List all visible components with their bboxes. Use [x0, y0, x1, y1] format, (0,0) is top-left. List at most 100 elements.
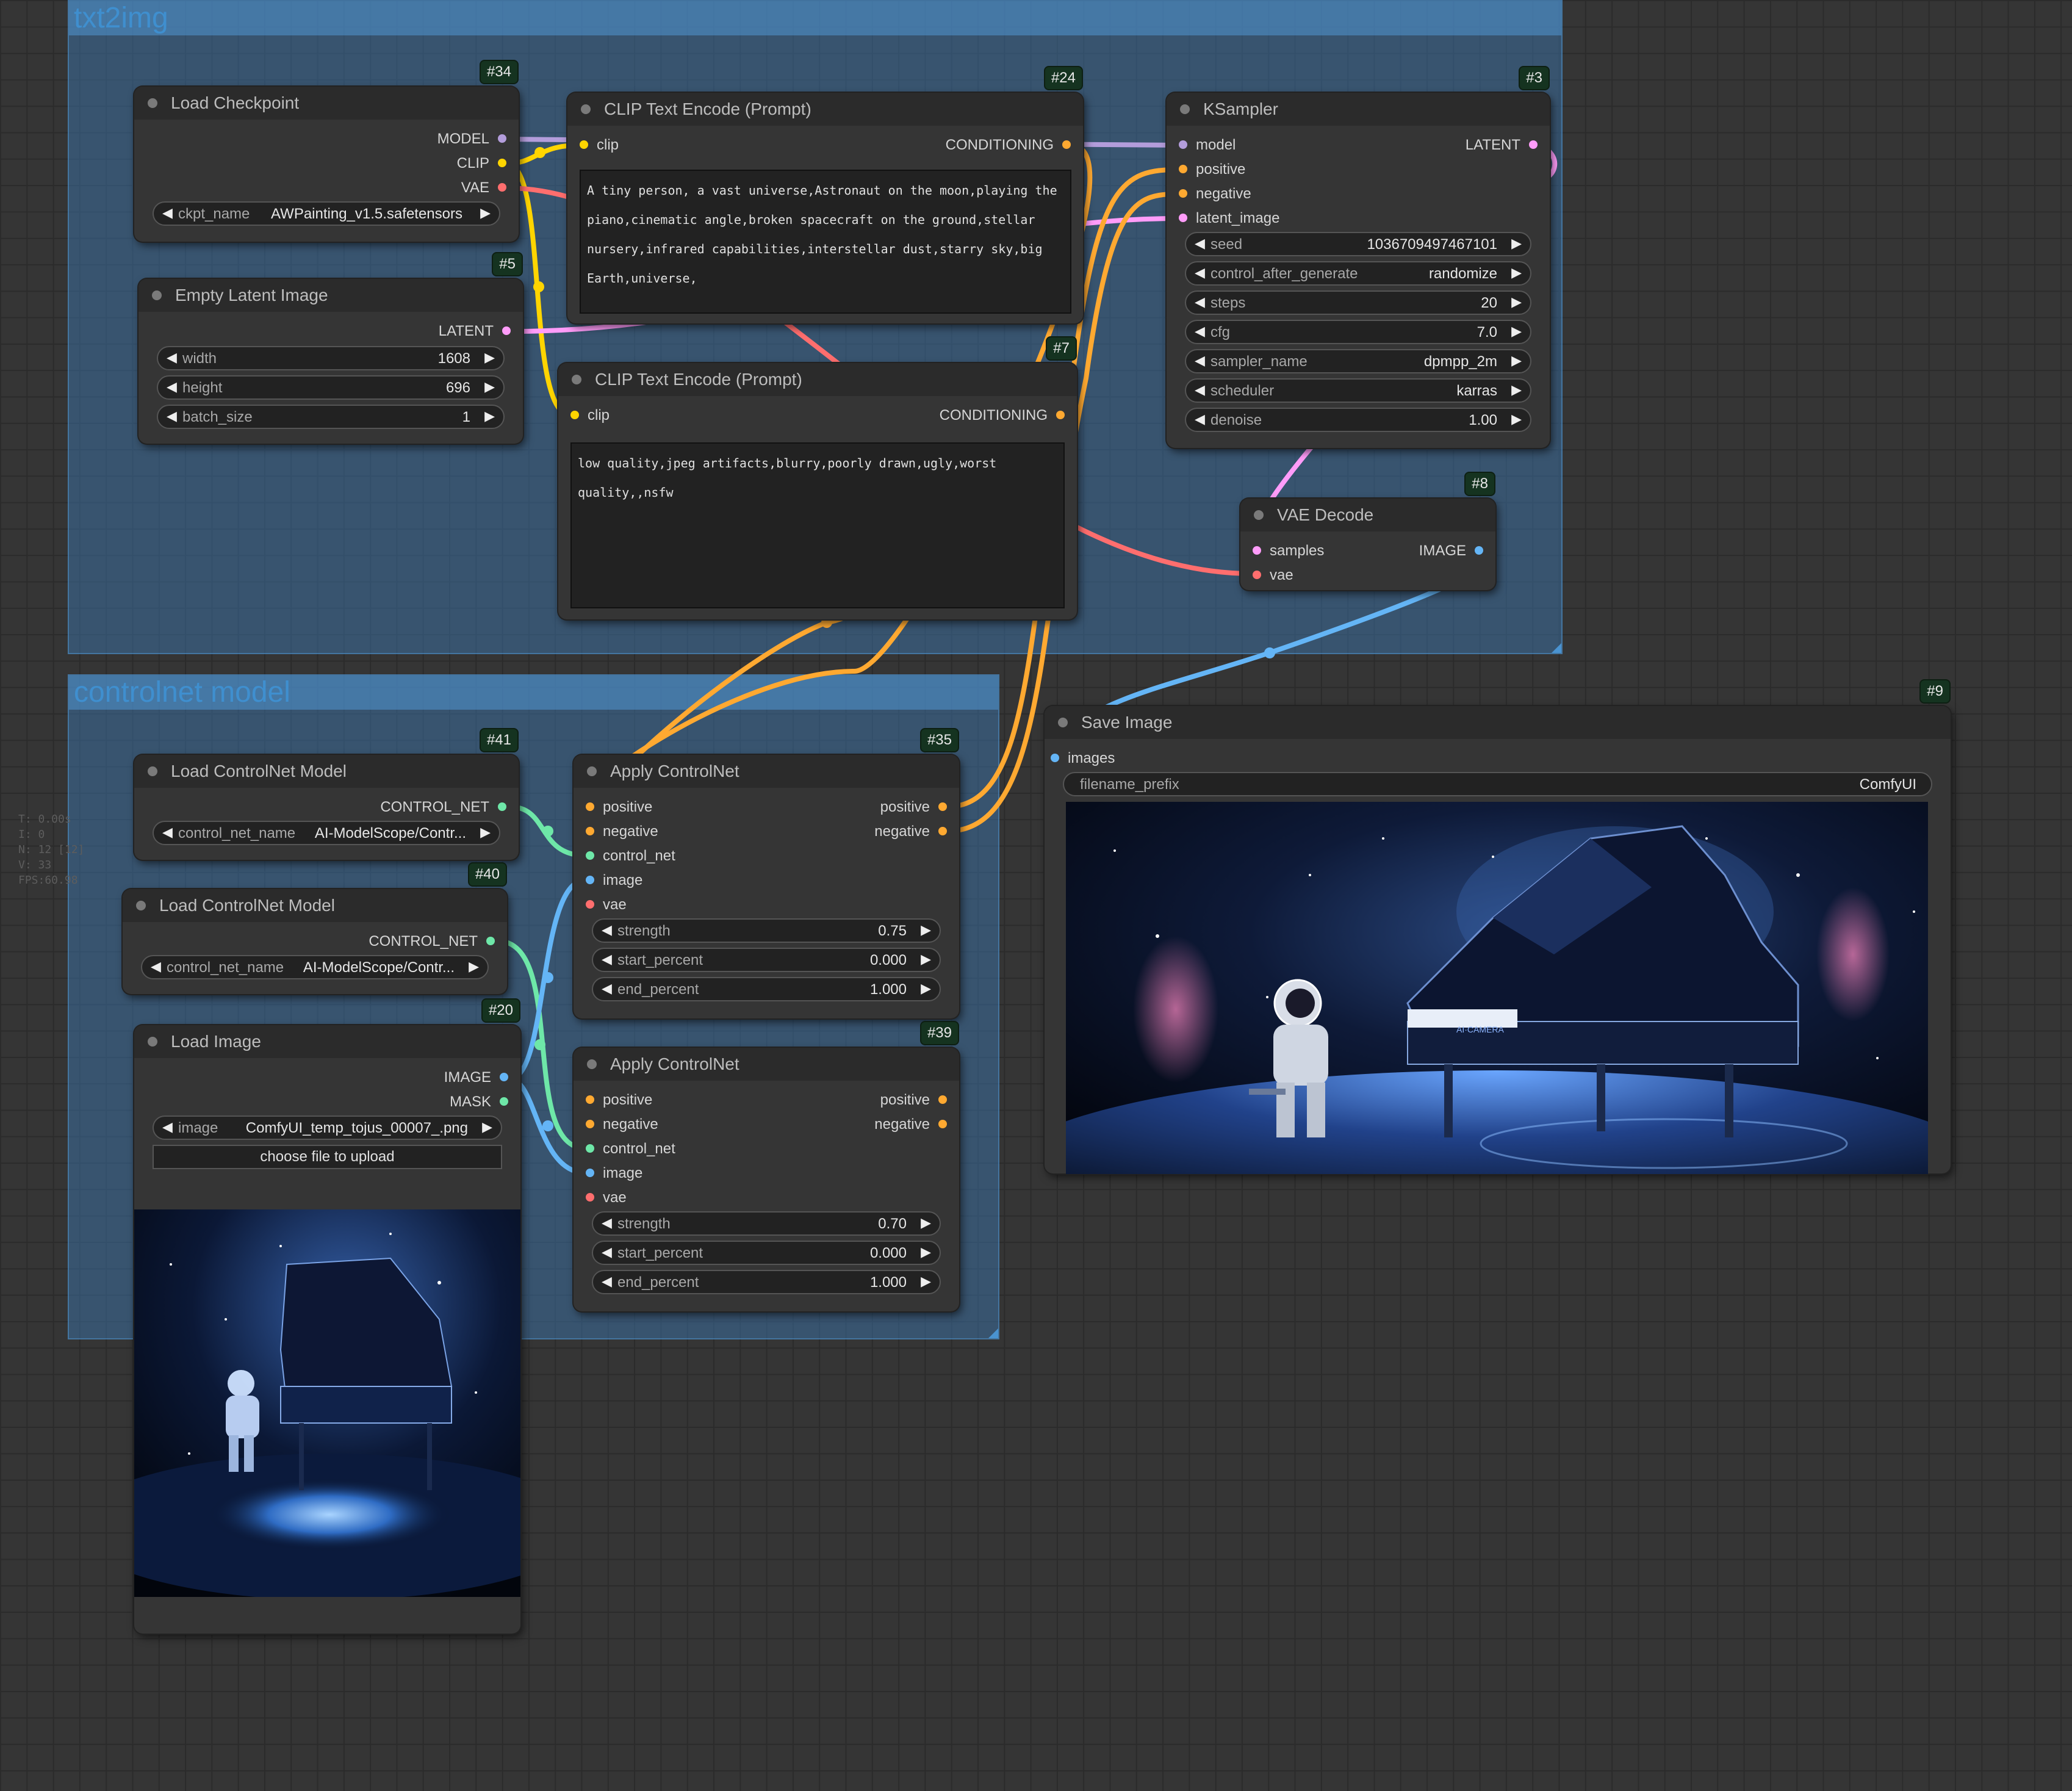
arrow-right-icon[interactable]: ▶	[921, 1244, 931, 1260]
mask-pin-icon[interactable]	[500, 1097, 508, 1106]
link-midpoint-dot[interactable]	[534, 147, 545, 158]
arrow-right-icon[interactable]: ▶	[1511, 382, 1522, 398]
output-slot-conditioning[interactable]: CONDITIONING	[940, 406, 1065, 425]
model-pin-icon[interactable]	[498, 134, 506, 143]
output-slot-negative[interactable]: negative	[874, 823, 947, 841]
conditioning-pin-icon[interactable]	[938, 1095, 947, 1104]
arrow-right-icon[interactable]: ▶	[484, 408, 495, 424]
model-pin-icon[interactable]	[1179, 140, 1187, 149]
link-midpoint-dot[interactable]	[1264, 647, 1275, 658]
node-vae-decode[interactable]: #8 VAE Decode samples vae IMAGE	[1240, 472, 1495, 590]
conditioning-pin-icon[interactable]	[1179, 189, 1187, 198]
output-image-preview[interactable]: AI·CAMERA	[1066, 802, 1928, 1174]
input-slot-negative[interactable]: negative	[586, 1115, 658, 1134]
output-slot-model[interactable]: MODEL	[437, 130, 506, 148]
node-apply-controlnet[interactable]: #35 Apply ControlNet positive negative c…	[574, 728, 959, 1018]
node-ksampler[interactable]: #3 KSampler model positive negative late…	[1167, 66, 1550, 448]
output-slot-control-net[interactable]: CONTROL_NET	[369, 932, 495, 951]
vae-pin-icon[interactable]	[586, 900, 594, 909]
control-net-pin-icon[interactable]	[586, 851, 594, 860]
arrow-right-icon[interactable]: ▶	[921, 951, 931, 967]
output-slot-vae[interactable]: VAE	[461, 179, 506, 197]
node-header[interactable]: Load Checkpoint	[134, 87, 519, 120]
arrow-left-icon[interactable]: ◀	[602, 981, 612, 996]
arrow-left-icon[interactable]: ◀	[162, 1119, 173, 1135]
input-slot-negative[interactable]: negative	[1179, 185, 1251, 203]
arrow-right-icon[interactable]: ▶	[482, 1119, 492, 1135]
number-steps[interactable]: ◀ steps 20 ▶	[1185, 290, 1531, 315]
link-midpoint-dot[interactable]	[542, 1120, 553, 1131]
number-batch-size[interactable]: ◀ batch_size 1 ▶	[157, 405, 505, 429]
input-slot-control-net[interactable]: control_net	[586, 1140, 675, 1158]
clip-pin-icon[interactable]	[570, 411, 579, 419]
collapse-dot-icon[interactable]	[148, 98, 157, 108]
collapse-dot-icon[interactable]	[152, 290, 162, 300]
vae-pin-icon[interactable]	[1253, 571, 1261, 579]
node-apply-controlnet[interactable]: #39 Apply ControlNet positive negative c…	[574, 1021, 959, 1311]
prompt-textarea[interactable]: low quality,jpeg artifacts,blurry,poorly…	[570, 442, 1065, 608]
output-slot-control-net[interactable]: CONTROL_NET	[380, 798, 506, 816]
conditioning-pin-icon[interactable]	[938, 827, 947, 835]
arrow-left-icon[interactable]: ◀	[162, 824, 173, 840]
number-strength[interactable]: ◀ strength 0.70 ▶	[592, 1211, 941, 1236]
conditioning-pin-icon[interactable]	[1056, 411, 1065, 419]
prompt-textarea[interactable]: A tiny person, a vast universe,Astronaut…	[580, 170, 1071, 314]
input-slot-images[interactable]: images	[1051, 749, 1115, 768]
conditioning-pin-icon[interactable]	[586, 1095, 594, 1104]
image-pin-icon[interactable]	[1475, 546, 1483, 555]
arrow-right-icon[interactable]: ▶	[1511, 265, 1522, 281]
node-header[interactable]: Load Image	[134, 1025, 520, 1058]
arrow-right-icon[interactable]: ▶	[484, 379, 495, 395]
combo-control-net-name[interactable]: ◀ control_net_name AI-ModelScope/Contr..…	[153, 821, 500, 845]
collapse-dot-icon[interactable]	[148, 1037, 157, 1047]
collapse-dot-icon[interactable]	[136, 901, 146, 910]
output-slot-positive[interactable]: positive	[880, 1091, 947, 1109]
number-denoise[interactable]: ◀ denoise 1.00 ▶	[1185, 408, 1531, 432]
arrow-right-icon[interactable]: ▶	[921, 1274, 931, 1289]
node-load-controlnet-model[interactable]: #40 Load ControlNet Model CONTROL_NET ◀ …	[123, 862, 507, 994]
arrow-left-icon[interactable]: ◀	[151, 959, 161, 975]
input-slot-image[interactable]: image	[586, 1164, 642, 1183]
link-midpoint-dot[interactable]	[534, 1039, 545, 1050]
arrow-left-icon[interactable]: ◀	[167, 379, 177, 395]
node-header[interactable]: Apply ControlNet	[574, 755, 959, 788]
conditioning-pin-icon[interactable]	[586, 1120, 594, 1128]
combo-ckpt-name[interactable]: ◀ ckpt_name AWPainting_v1.5.safetensors …	[153, 201, 500, 226]
arrow-left-icon[interactable]: ◀	[167, 408, 177, 424]
link-midpoint-dot[interactable]	[542, 972, 553, 983]
clip-pin-icon[interactable]	[580, 140, 588, 149]
arrow-left-icon[interactable]: ◀	[162, 205, 173, 221]
number-end-percent[interactable]: ◀ end_percent 1.000 ▶	[592, 1270, 941, 1294]
combo-control-net-name[interactable]: ◀ control_net_name AI-ModelScope/Contr..…	[141, 955, 489, 979]
input-slot-vae[interactable]: vae	[586, 1189, 627, 1207]
arrow-right-icon[interactable]: ▶	[1511, 323, 1522, 339]
arrow-left-icon[interactable]: ◀	[167, 350, 177, 366]
arrow-left-icon[interactable]: ◀	[1195, 265, 1205, 281]
collapse-dot-icon[interactable]	[1180, 104, 1190, 114]
number-width[interactable]: ◀ width 1608 ▶	[157, 346, 505, 370]
output-slot-mask[interactable]: MASK	[450, 1093, 508, 1111]
output-slot-positive[interactable]: positive	[880, 798, 947, 816]
node-save-image[interactable]: #9 Save Image images filename_prefix Com…	[1045, 679, 1951, 1174]
input-slot-model[interactable]: model	[1179, 136, 1236, 154]
input-slot-samples[interactable]: samples	[1253, 542, 1324, 560]
arrow-left-icon[interactable]: ◀	[1195, 382, 1205, 398]
latent-pin-icon[interactable]	[502, 326, 511, 335]
arrow-left-icon[interactable]: ◀	[1195, 294, 1205, 310]
node-header[interactable]: Empty Latent Image	[138, 279, 523, 312]
node-header[interactable]: Save Image	[1045, 706, 1951, 739]
node-header[interactable]: VAE Decode	[1240, 499, 1495, 532]
arrow-right-icon[interactable]: ▶	[921, 1215, 931, 1231]
node-header[interactable]: Load ControlNet Model	[123, 889, 507, 922]
control-net-pin-icon[interactable]	[498, 802, 506, 811]
combo-control-after-generate[interactable]: ◀ control_after_generate randomize ▶	[1185, 261, 1531, 286]
input-slot-clip[interactable]: clip	[570, 406, 610, 425]
node-empty-latent-image[interactable]: #5 Empty Latent Image LATENT ◀ width 160…	[138, 252, 523, 444]
clip-pin-icon[interactable]	[498, 159, 506, 167]
collapse-dot-icon[interactable]	[148, 766, 157, 776]
arrow-right-icon[interactable]: ▶	[1511, 411, 1522, 427]
number-strength[interactable]: ◀ strength 0.75 ▶	[592, 918, 941, 943]
arrow-left-icon[interactable]: ◀	[602, 951, 612, 967]
number-height[interactable]: ◀ height 696 ▶	[157, 375, 505, 400]
conditioning-pin-icon[interactable]	[1179, 165, 1187, 173]
